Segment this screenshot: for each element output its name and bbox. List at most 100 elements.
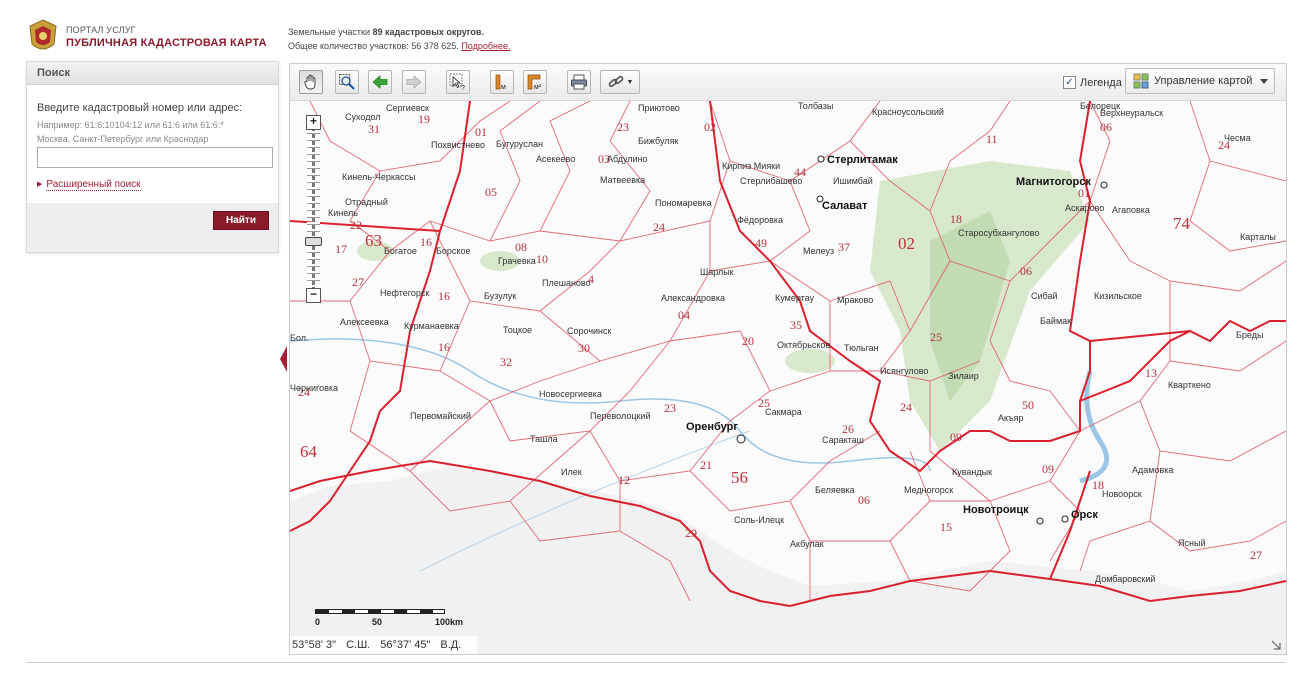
stats-districts: 89 кадастровых округов. <box>372 27 484 37</box>
svg-text:04: 04 <box>678 308 690 322</box>
svg-text:24: 24 <box>653 220 665 234</box>
map-canvas: 63 02 74 56 64 311901 050810 221632 3004… <box>290 101 1286 654</box>
latitude-hemisphere: С.Ш. <box>346 639 371 651</box>
svg-text:Ишимбай: Ишимбай <box>833 176 873 186</box>
svg-text:Кварткено: Кварткено <box>1168 380 1211 390</box>
svg-text:Домбаровский: Домбаровский <box>1095 574 1155 584</box>
svg-text:Плешаново: Плешаново <box>542 278 591 288</box>
svg-text:16: 16 <box>438 340 450 354</box>
measure-area-button[interactable]: м² <box>523 70 547 94</box>
svg-text:Новосергиевка: Новосергиевка <box>539 389 602 399</box>
svg-text:13: 13 <box>1145 366 1157 380</box>
coat-of-arms-icon <box>29 19 57 50</box>
svg-text:Медногорск: Медногорск <box>904 485 953 495</box>
pan-tool-button[interactable] <box>299 70 323 94</box>
search-example-line2: Москва, Санкт-Петербург или Краснодар <box>37 134 209 144</box>
find-button[interactable]: Найти <box>213 211 269 230</box>
scale-label-50: 50 <box>372 617 383 627</box>
forward-button[interactable] <box>402 70 426 94</box>
zoom-in-button[interactable]: + <box>306 115 321 130</box>
resize-arrow-icon[interactable] <box>1270 639 1282 651</box>
svg-text:Мраково: Мраково <box>837 295 873 305</box>
svg-text:Отрадный: Отрадный <box>345 197 388 207</box>
portal-subtitle: ПОРТАЛ УСЛУГ <box>66 25 136 35</box>
svg-text:05: 05 <box>485 185 497 199</box>
map-management-dropdown[interactable]: Управление картой <box>1125 68 1275 94</box>
svg-text:26: 26 <box>842 422 854 436</box>
svg-text:Агаповка: Агаповка <box>1112 205 1150 215</box>
link-button[interactable]: ▼ <box>600 70 640 94</box>
map-toolbar: ? м м² ▼ ✓ Легенда Управление картой <box>290 64 1286 101</box>
svg-text:27: 27 <box>352 275 364 289</box>
svg-text:Зилаир: Зилаир <box>948 371 979 381</box>
svg-text:16: 16 <box>420 235 432 249</box>
svg-text:Аскарово: Аскарово <box>1065 203 1104 213</box>
svg-text:Ташла: Ташла <box>530 434 558 444</box>
svg-text:Кинель: Кинель <box>328 208 358 218</box>
svg-text:Новоорск: Новоорск <box>1102 489 1142 499</box>
map-frame: ? м м² ▼ ✓ Легенда Управление картой 63 … <box>289 63 1287 655</box>
svg-text:Александровка: Александровка <box>661 293 725 303</box>
svg-text:Чернигов­ка: Чернигов­ка <box>290 383 338 393</box>
cadastral-map[interactable]: 63 02 74 56 64 31 19 01 05 08 10 22 16 32 30 04… <box>290 101 1286 654</box>
stats-prefix: Земельные участки <box>288 27 371 37</box>
city-novotroitsk: Новотроицк <box>963 504 1029 516</box>
layers-grid-icon <box>1133 73 1149 89</box>
measure-distance-button[interactable]: м <box>490 70 514 94</box>
svg-text:Кизильское: Кизильское <box>1094 291 1142 301</box>
back-button[interactable] <box>368 70 392 94</box>
zoom-box-button[interactable] <box>335 70 359 94</box>
zoom-handle[interactable] <box>305 237 322 246</box>
svg-text:Кувандык: Кувандык <box>952 467 992 477</box>
svg-text:49: 49 <box>755 236 767 250</box>
identify-button[interactable]: ? <box>446 70 470 94</box>
city-sterlitamak: Стерлитамак <box>827 154 898 166</box>
parcel-statistics: Земельные участки 89 кадастровых округов… <box>288 25 511 53</box>
svg-text:Асекеево: Асекеево <box>536 154 575 164</box>
more-details-link[interactable]: Подробнее. <box>461 41 510 51</box>
svg-text:Матвеевка: Матвеевка <box>600 175 645 185</box>
portal-title[interactable]: ПУБЛИЧНАЯ КАДАСТРОВАЯ КАРТА <box>66 37 267 49</box>
printer-icon <box>571 74 587 90</box>
chain-link-icon <box>608 75 623 88</box>
svg-text:35: 35 <box>790 318 802 332</box>
svg-text:Нефтегорск: Нефтегорск <box>380 288 429 298</box>
chevron-down-icon <box>1260 79 1268 84</box>
scale-bar: 0 50 100km <box>315 609 463 629</box>
city-magnitogorsk: Магнитогорск <box>1016 176 1091 188</box>
cursor-question-icon: ? <box>449 73 465 91</box>
svg-text:Бугуруслан: Бугуруслан <box>496 139 543 149</box>
svg-text:20: 20 <box>742 334 754 348</box>
svg-text:Адамовка: Адамовка <box>1132 465 1173 475</box>
search-panel-body: Введите кадастровый номер или адрес: Нап… <box>27 85 278 203</box>
zoom-out-button[interactable]: − <box>306 288 321 303</box>
ruler-icon: м <box>495 74 506 91</box>
svg-text:Карталы: Карталы <box>1240 232 1276 242</box>
collapse-panel-handle[interactable] <box>280 346 287 372</box>
search-input[interactable] <box>37 147 273 168</box>
svg-text:Мелеуз: Мелеуз <box>803 246 834 256</box>
triangle-right-icon: ▶ <box>37 181 43 188</box>
svg-text:18: 18 <box>950 212 962 226</box>
svg-text:Чесма: Чесма <box>1224 133 1251 143</box>
svg-text:Переволоцкий: Переволоцкий <box>590 411 650 421</box>
svg-text:м: м <box>501 84 506 91</box>
svg-text:23: 23 <box>664 401 676 415</box>
svg-text:31: 31 <box>368 122 380 136</box>
svg-text:Кумертау: Кумертау <box>775 293 815 303</box>
svg-text:37: 37 <box>838 240 850 254</box>
hand-icon <box>304 74 316 90</box>
legend-checkbox[interactable]: ✓ <box>1063 76 1076 89</box>
svg-text:Баймак: Баймак <box>1040 316 1071 326</box>
svg-text:Богатое: Богатое <box>384 246 417 256</box>
advanced-search-link[interactable]: ▶ Расширенный поиск <box>37 179 141 191</box>
zoom-slider[interactable]: + − <box>305 115 322 303</box>
scale-label-0: 0 <box>315 617 321 627</box>
svg-text:01: 01 <box>1078 186 1090 200</box>
svg-text:Исянгулово: Исянгулово <box>880 366 928 376</box>
svg-text:16: 16 <box>438 289 450 303</box>
svg-text:15: 15 <box>940 520 952 534</box>
region-number-63: 63 <box>365 231 382 250</box>
print-button[interactable] <box>567 70 591 94</box>
legend-toggle[interactable]: ✓ Легенда <box>1063 76 1122 89</box>
